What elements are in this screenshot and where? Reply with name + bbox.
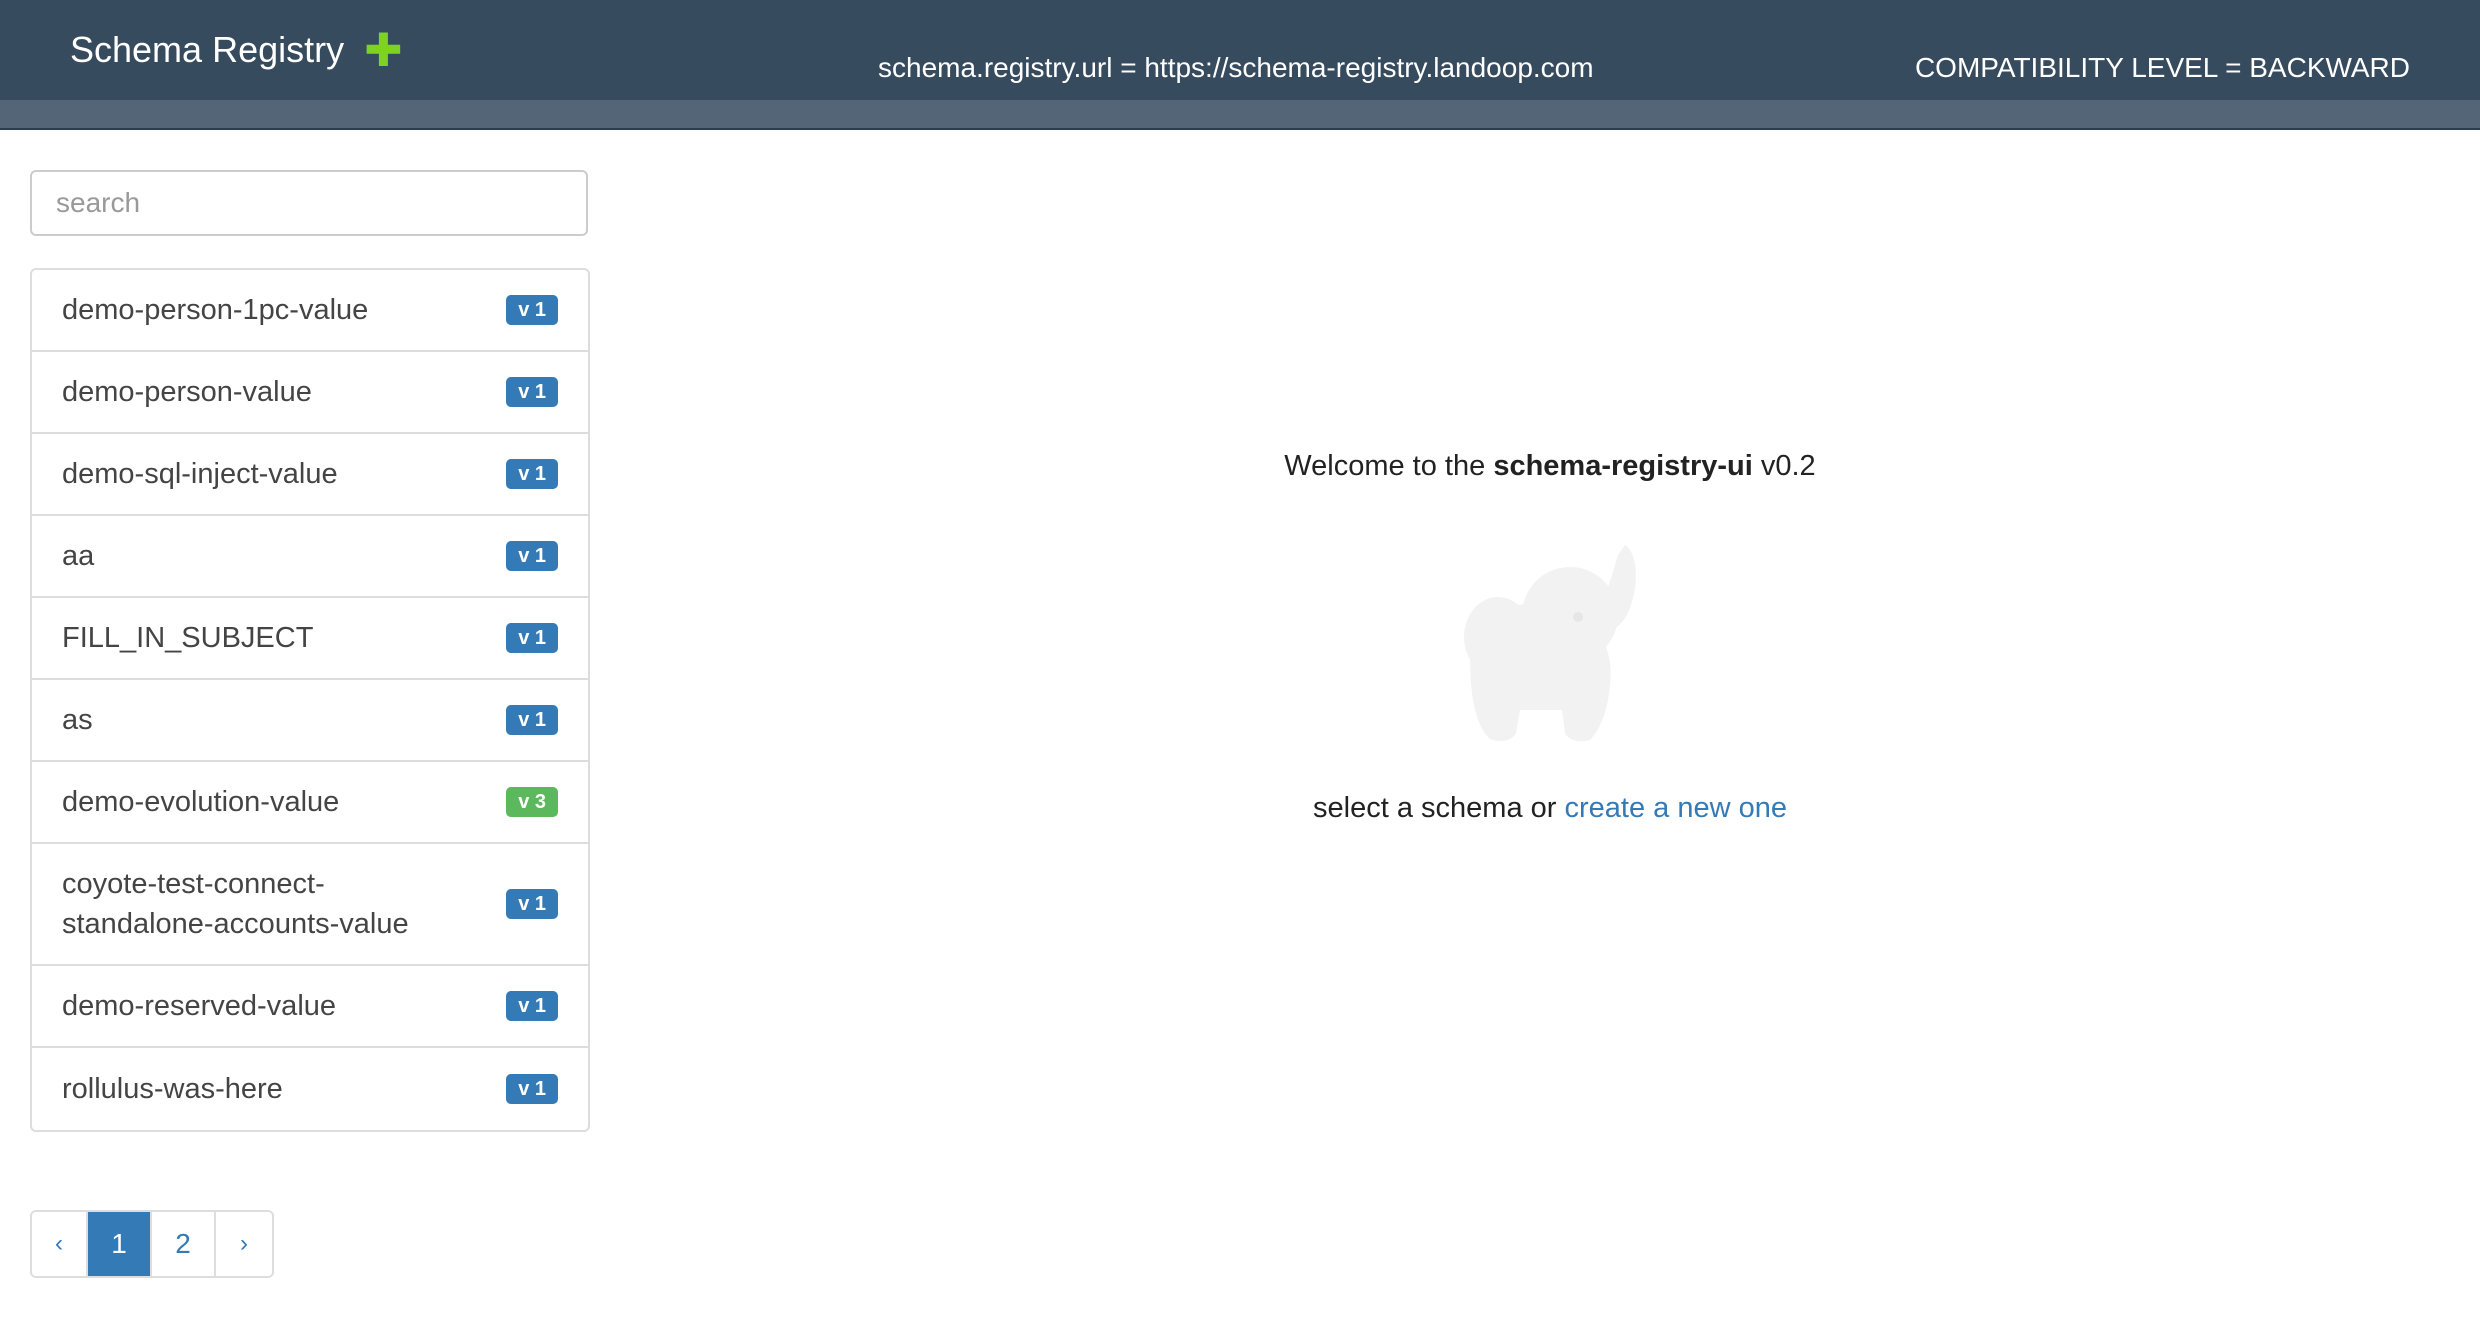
select-schema-text: select a schema or — [1313, 792, 1557, 824]
subject-item[interactable]: FILL_IN_SUBJECT v 1 — [32, 598, 588, 680]
pagination-next[interactable]: › — [216, 1212, 272, 1276]
subject-item-label: demo-evolution-value — [62, 786, 340, 818]
subject-item-label: as — [62, 704, 93, 736]
create-schema-link[interactable]: create a new one — [1564, 792, 1786, 824]
welcome-version: v0.2 — [1760, 450, 1816, 482]
subject-item[interactable]: rollulus-was-here v 1 — [32, 1048, 588, 1130]
pagination-page-1[interactable]: 1 — [88, 1212, 152, 1276]
welcome-message: Welcome to the schema-registry-ui v0.2 — [1050, 450, 2050, 483]
search-input[interactable] — [30, 170, 588, 236]
welcome-app-name: schema-registry-ui — [1493, 450, 1753, 482]
pagination-prev[interactable]: ‹ — [32, 1212, 88, 1276]
version-badge: v 1 — [506, 623, 558, 653]
compatibility-level: COMPATIBILITY LEVEL = BACKWARD — [1914, 52, 2410, 83]
subject-item[interactable]: as v 1 — [32, 680, 588, 762]
subject-item[interactable]: demo-sql-inject-value v 1 — [32, 434, 588, 516]
subject-item-label: demo-person-1pc-value — [62, 294, 369, 326]
welcome-prefix: Welcome to the — [1284, 450, 1486, 482]
subject-item[interactable]: demo-person-value v 1 — [32, 352, 588, 434]
app-title[interactable]: Schema Registry — [70, 29, 344, 71]
version-badge: v 1 — [506, 295, 558, 325]
version-badge: v 1 — [506, 705, 558, 735]
subject-item-label: aa — [62, 540, 95, 572]
subject-item[interactable]: aa v 1 — [32, 516, 588, 598]
pagination: ‹ 1 2 › — [30, 1210, 274, 1278]
subject-item[interactable]: coyote-test-connect-standalone-accounts-… — [32, 844, 588, 966]
pagination-page-2[interactable]: 2 — [152, 1212, 216, 1276]
brand[interactable]: Schema Registry ✚ — [70, 24, 403, 76]
version-badge: v 1 — [506, 459, 558, 489]
top-navbar: Schema Registry ✚ schema.registry.url = … — [0, 0, 2480, 100]
version-badge: v 1 — [506, 1074, 558, 1104]
registry-url: schema.registry.url = https://schema-reg… — [878, 52, 1594, 83]
version-badge: v 3 — [506, 787, 558, 817]
subject-item[interactable]: demo-evolution-value v 3 — [32, 762, 588, 844]
select-schema-prompt: select a schema or create a new one — [1050, 792, 2050, 825]
subject-list: demo-person-1pc-value v 1 demo-person-valu… — [30, 268, 590, 1132]
subject-item-label: demo-person-value — [62, 376, 312, 408]
subject-item[interactable]: demo-person-1pc-value v 1 — [32, 270, 588, 352]
version-badge: v 1 — [506, 377, 558, 407]
subject-item-label: demo-sql-inject-value — [62, 458, 338, 490]
version-badge: v 1 — [506, 991, 558, 1021]
subject-item-label: demo-reserved-value — [62, 990, 337, 1022]
navbar-subbar — [0, 100, 2480, 130]
subject-item-label: rollulus-was-here — [62, 1073, 283, 1105]
subject-item-label: FILL_IN_SUBJECT — [62, 622, 314, 654]
plus-icon[interactable]: ✚ — [364, 27, 403, 73]
subject-item-label: coyote-test-connect-standalone-accounts-… — [62, 868, 409, 940]
version-badge: v 1 — [506, 889, 558, 919]
version-badge: v 1 — [506, 541, 558, 571]
elephant-icon — [1464, 545, 1636, 742]
subject-item[interactable]: demo-reserved-value v 1 — [32, 966, 588, 1048]
